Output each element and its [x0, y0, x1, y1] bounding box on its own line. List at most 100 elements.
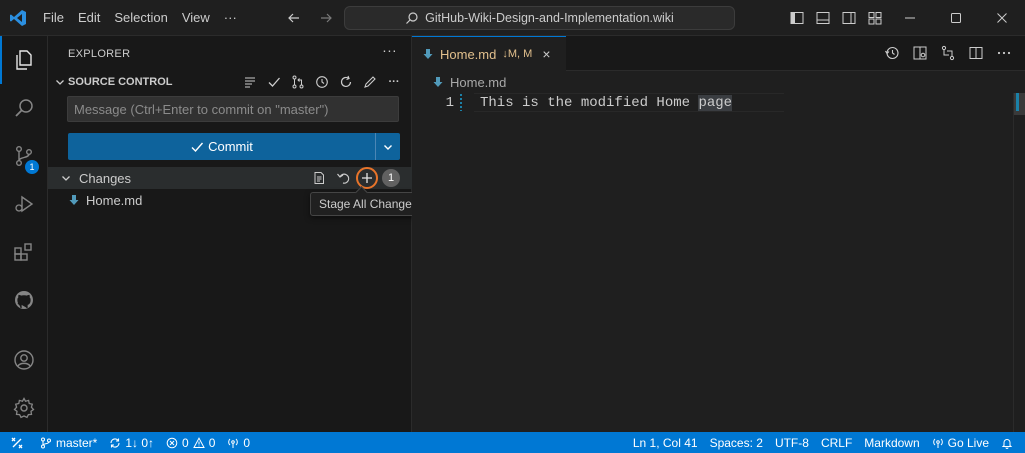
- github-icon[interactable]: [0, 276, 48, 324]
- line-number: 1: [445, 94, 454, 111]
- remote-indicator-icon[interactable]: [0, 432, 34, 453]
- customize-layout-icon[interactable]: [864, 6, 886, 30]
- markdown-file-icon: [432, 76, 444, 88]
- code-text[interactable]: This is the modified Home page: [480, 94, 733, 111]
- toggle-panel-icon[interactable]: [812, 6, 834, 30]
- refresh-icon[interactable]: [335, 71, 357, 93]
- maximize-icon[interactable]: [933, 0, 979, 36]
- open-preview-icon[interactable]: [909, 42, 931, 64]
- changes-group-header[interactable]: Changes 1: [48, 167, 412, 189]
- source-control-section-header[interactable]: SOURCE CONTROL ···: [48, 71, 411, 93]
- scrollbar-change-marker: [1016, 93, 1019, 111]
- run-debug-icon[interactable]: [0, 180, 48, 228]
- changes-count-badge: 1: [382, 169, 400, 187]
- indentation[interactable]: Spaces: 2: [704, 432, 769, 453]
- sidebar-more-actions[interactable]: ···: [382, 42, 397, 58]
- menu-file[interactable]: File: [36, 6, 71, 30]
- code-text-prefix: This is the modified Home: [480, 94, 699, 111]
- close-window-icon[interactable]: [979, 0, 1025, 36]
- title-bar: File Edit Selection View ··· GitHub-Wiki…: [0, 0, 1025, 36]
- stage-all-changes-plus-icon[interactable]: [356, 167, 378, 189]
- settings-gear-icon[interactable]: [0, 384, 48, 432]
- breadcrumb[interactable]: Home.md: [412, 71, 1025, 93]
- search-sidebar-icon[interactable]: [0, 84, 48, 132]
- go-live-button[interactable]: Go Live: [926, 432, 995, 453]
- menu-more[interactable]: ···: [217, 6, 244, 30]
- go-live-label: Go Live: [947, 435, 989, 450]
- warning-icon: [192, 436, 205, 449]
- breadcrumb-file: Home.md: [450, 74, 507, 90]
- git-branch-icon: [40, 437, 52, 449]
- source-control-toolbar: ···: [239, 71, 405, 93]
- split-editor-icon[interactable]: [965, 42, 987, 64]
- view-as-list-icon[interactable]: [239, 71, 261, 93]
- error-count: 0: [182, 435, 189, 450]
- editor-actions: [881, 42, 1015, 64]
- code-line[interactable]: 1 This is the modified Home page: [412, 93, 1012, 112]
- chevron-down-icon: [60, 172, 76, 184]
- chevron-down-icon: [52, 76, 68, 88]
- extensions-icon[interactable]: [0, 228, 48, 276]
- language-mode[interactable]: Markdown: [858, 432, 925, 453]
- open-changes-icon[interactable]: [937, 42, 959, 64]
- activity-bar: 1: [0, 36, 48, 432]
- editor-more-actions[interactable]: [993, 42, 1015, 64]
- changes-toolbar: 1: [308, 167, 400, 189]
- broadcast-icon: [227, 437, 239, 449]
- menu-edit[interactable]: Edit: [71, 6, 107, 30]
- commit-button-label: Commit: [208, 139, 253, 154]
- file-encoding[interactable]: UTF-8: [769, 432, 815, 453]
- error-icon: [166, 437, 178, 449]
- ports-count: 0: [243, 435, 251, 450]
- editor-scrollbar[interactable]: [1013, 93, 1025, 432]
- sidebar-header: EXPLORER ···: [48, 36, 411, 71]
- source-control-more-actions[interactable]: ···: [383, 71, 405, 93]
- editor-area: Home.md ↓M, M × Home.md 1 This is the mo…: [412, 36, 1025, 432]
- vscode-logo-icon: [0, 0, 36, 36]
- tab-title: Home.md: [440, 46, 497, 62]
- discard-all-changes-icon[interactable]: [332, 167, 354, 189]
- minimize-icon[interactable]: [887, 0, 933, 36]
- open-changes-file-icon[interactable]: [308, 167, 330, 189]
- cursor-position[interactable]: Ln 1, Col 41: [627, 432, 704, 453]
- tab-home-md[interactable]: Home.md ↓M, M ×: [412, 36, 566, 71]
- branch-name: master*: [56, 435, 98, 450]
- menu-view[interactable]: View: [175, 6, 217, 30]
- git-branch-status[interactable]: master*: [34, 432, 103, 453]
- source-control-title: SOURCE CONTROL: [68, 76, 173, 88]
- status-bar: master* 1↓ 0↑ 0 0 0 Ln 1, Col 41 Spaces:…: [0, 432, 1025, 453]
- commit-button[interactable]: Commit: [68, 133, 375, 160]
- notifications-bell-icon[interactable]: [995, 432, 1019, 453]
- navigation-arrows: [282, 6, 338, 30]
- source-control-icon[interactable]: 1: [0, 132, 48, 180]
- command-center-search[interactable]: GitHub-Wiki-Design-and-Implementation.wi…: [344, 6, 735, 30]
- broadcast-icon: [932, 437, 944, 449]
- ports-status[interactable]: 0: [221, 432, 256, 453]
- toggle-primary-sidebar-icon[interactable]: [786, 6, 808, 30]
- sync-status[interactable]: 1↓ 0↑: [103, 432, 160, 453]
- create-pull-request-icon[interactable]: [287, 71, 309, 93]
- menu-bar: File Edit Selection View ···: [36, 0, 244, 36]
- forward-arrow-icon[interactable]: [314, 6, 338, 30]
- history-icon[interactable]: [311, 71, 333, 93]
- changes-label: Changes: [79, 170, 132, 186]
- back-arrow-icon[interactable]: [282, 6, 306, 30]
- sync-counts: 1↓ 0↑: [125, 435, 155, 450]
- explorer-icon[interactable]: [0, 36, 48, 84]
- commit-message-input[interactable]: [67, 96, 399, 122]
- problems-status[interactable]: 0 0: [160, 432, 221, 453]
- tab-close-icon[interactable]: ×: [542, 46, 550, 62]
- end-of-line[interactable]: CRLF: [815, 432, 858, 453]
- check-icon: [190, 140, 204, 154]
- timeline-history-icon[interactable]: [881, 42, 903, 64]
- toggle-secondary-sidebar-icon[interactable]: [838, 6, 860, 30]
- stage-all-changes-tooltip: Stage All Changes: [310, 192, 427, 216]
- accounts-icon[interactable]: [0, 336, 48, 384]
- warning-count: 0: [208, 435, 216, 450]
- pencil-icon[interactable]: [359, 71, 381, 93]
- changed-file-name: Home.md: [86, 192, 143, 208]
- commit-button-group: Commit: [68, 133, 400, 160]
- menu-selection[interactable]: Selection: [107, 6, 174, 30]
- commit-check-icon[interactable]: [263, 71, 285, 93]
- commit-dropdown-chevron-icon[interactable]: [376, 133, 400, 160]
